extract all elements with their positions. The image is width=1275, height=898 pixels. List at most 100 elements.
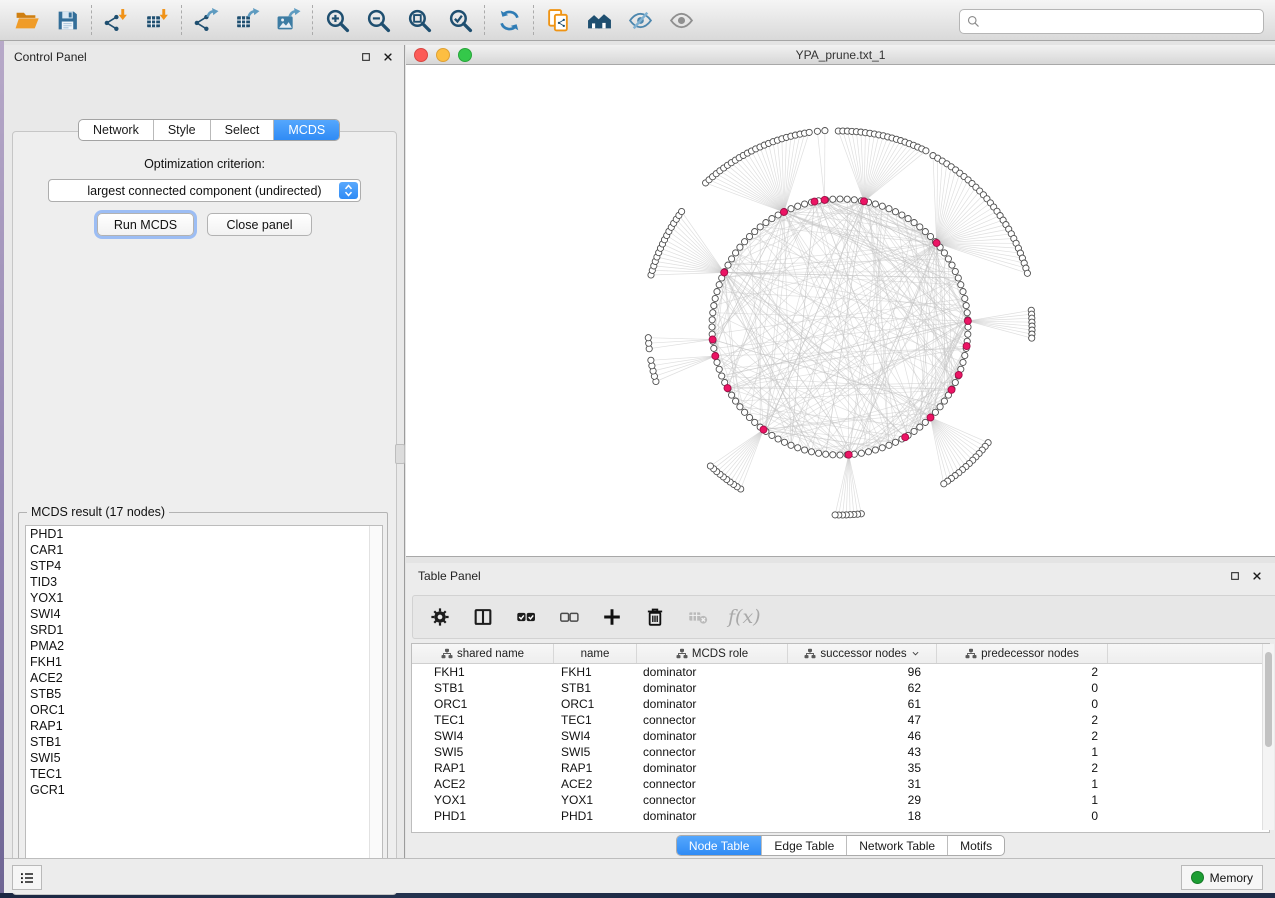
- panel-splitter-handle[interactable]: [395, 444, 405, 464]
- mcds-result-item[interactable]: ORC1: [26, 702, 382, 718]
- network-node[interactable]: [737, 404, 743, 410]
- network-node[interactable]: [892, 209, 898, 215]
- network-node[interactable]: [1024, 270, 1030, 276]
- network-node[interactable]: [927, 233, 933, 239]
- open-file-button[interactable]: [6, 4, 47, 36]
- table-row[interactable]: PHD1PHD1dominator180: [412, 808, 1269, 824]
- network-node[interactable]: [937, 404, 943, 410]
- table-row[interactable]: STB1STB1dominator620: [412, 680, 1269, 696]
- network-node[interactable]: [775, 436, 781, 442]
- mcds-hub-node[interactable]: [964, 318, 971, 325]
- network-node[interactable]: [941, 481, 947, 487]
- network-node[interactable]: [802, 447, 808, 453]
- float-panel-icon[interactable]: [359, 51, 372, 64]
- network-node[interactable]: [911, 428, 917, 434]
- mcds-result-item[interactable]: TID3: [26, 574, 382, 590]
- network-node[interactable]: [816, 450, 822, 456]
- import-network-button[interactable]: [96, 4, 137, 36]
- network-node[interactable]: [788, 206, 794, 212]
- network-node[interactable]: [886, 206, 892, 212]
- mcds-result-item[interactable]: STP4: [26, 558, 382, 574]
- hide-selected-button[interactable]: [620, 4, 661, 36]
- zoom-selected-button[interactable]: [440, 4, 481, 36]
- mcds-result-item[interactable]: FKH1: [26, 654, 382, 670]
- network-node[interactable]: [746, 414, 752, 420]
- tab-select[interactable]: Select: [210, 120, 274, 140]
- network-node[interactable]: [911, 220, 917, 226]
- network-node[interactable]: [752, 419, 758, 425]
- tab-edge-table[interactable]: Edge Table: [761, 836, 846, 855]
- network-node[interactable]: [808, 449, 814, 455]
- mcds-result-item[interactable]: ACE2: [26, 670, 382, 686]
- network-node[interactable]: [725, 262, 731, 268]
- network-node[interactable]: [823, 451, 829, 457]
- network-node[interactable]: [892, 439, 898, 445]
- network-node[interactable]: [886, 442, 892, 448]
- column-header-name[interactable]: name: [554, 644, 637, 663]
- network-node[interactable]: [802, 201, 808, 207]
- task-history-button[interactable]: [12, 865, 42, 890]
- mcds-hub-node[interactable]: [760, 426, 767, 433]
- network-node[interactable]: [645, 335, 651, 341]
- network-node[interactable]: [922, 229, 928, 235]
- mcds-result-item[interactable]: PHD1: [26, 526, 382, 542]
- network-node[interactable]: [763, 220, 769, 226]
- network-node[interactable]: [960, 359, 966, 365]
- memory-button[interactable]: Memory: [1181, 865, 1263, 890]
- network-node[interactable]: [963, 303, 969, 309]
- network-node[interactable]: [955, 275, 961, 281]
- close-panel-button[interactable]: Close panel: [207, 213, 312, 236]
- network-node[interactable]: [865, 449, 871, 455]
- column-header-successor-nodes[interactable]: successor nodes: [788, 644, 937, 663]
- tab-mcds[interactable]: MCDS: [273, 120, 339, 140]
- refresh-view-button[interactable]: [489, 4, 530, 36]
- network-node[interactable]: [710, 310, 716, 316]
- mcds-hub-node[interactable]: [709, 336, 716, 343]
- tab-style[interactable]: Style: [153, 120, 210, 140]
- mcds-hub-node[interactable]: [721, 269, 728, 276]
- mcds-result-item[interactable]: SRD1: [26, 622, 382, 638]
- network-node[interactable]: [709, 317, 715, 323]
- network-node[interactable]: [952, 379, 958, 385]
- tab-network-table[interactable]: Network Table: [846, 836, 947, 855]
- network-node[interactable]: [923, 148, 929, 154]
- network-node[interactable]: [941, 398, 947, 404]
- network-node[interactable]: [737, 244, 743, 250]
- mcds-result-item[interactable]: RAP1: [26, 718, 382, 734]
- network-node[interactable]: [788, 442, 794, 448]
- network-node[interactable]: [899, 212, 905, 218]
- mcds-hub-node[interactable]: [927, 414, 934, 421]
- table-row[interactable]: ORC1ORC1dominator610: [412, 696, 1269, 712]
- table-scrollbar-thumb[interactable]: [1265, 652, 1272, 747]
- close-table-panel-icon[interactable]: [1250, 570, 1263, 583]
- table-row[interactable]: YOX1YOX1connector291: [412, 792, 1269, 808]
- first-neighbors-button[interactable]: [579, 4, 620, 36]
- column-header-shared-name[interactable]: shared name: [412, 644, 554, 663]
- network-node[interactable]: [733, 398, 739, 404]
- network-node[interactable]: [752, 229, 758, 235]
- deselect-all-checkbox-button[interactable]: [556, 604, 582, 630]
- network-node[interactable]: [719, 373, 725, 379]
- network-node[interactable]: [851, 197, 857, 203]
- mcds-hub-node[interactable]: [780, 209, 787, 216]
- table-row[interactable]: TEC1TEC1connector472: [412, 712, 1269, 728]
- search-input[interactable]: [985, 14, 1257, 30]
- network-node[interactable]: [679, 208, 685, 214]
- network-node[interactable]: [711, 303, 717, 309]
- criterion-dropdown[interactable]: largest connected component (undirected): [48, 179, 361, 202]
- network-node[interactable]: [837, 452, 843, 458]
- network-node[interactable]: [714, 359, 720, 365]
- table-row[interactable]: FKH1FKH1dominator962: [412, 664, 1269, 680]
- network-node[interactable]: [716, 282, 722, 288]
- network-node[interactable]: [962, 295, 968, 301]
- network-node[interactable]: [964, 310, 970, 316]
- mcds-hub-node[interactable]: [861, 198, 868, 205]
- table-settings-button[interactable]: [427, 604, 453, 630]
- save-session-button[interactable]: [47, 4, 88, 36]
- export-image-button[interactable]: [268, 4, 309, 36]
- mcds-hub-node[interactable]: [821, 196, 828, 203]
- network-node[interactable]: [822, 128, 828, 134]
- show-all-button[interactable]: [661, 4, 702, 36]
- table-row[interactable]: ACE2ACE2connector311: [412, 776, 1269, 792]
- node-table[interactable]: shared namenameMCDS rolesuccessor nodesp…: [411, 643, 1270, 833]
